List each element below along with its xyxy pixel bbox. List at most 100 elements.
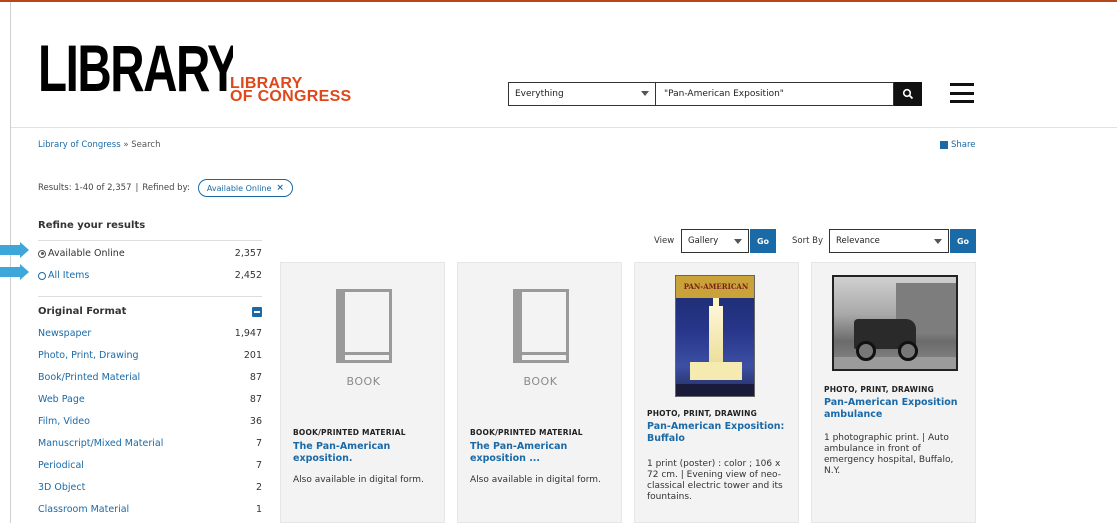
facet-book-printed-material[interactable]: Book/Printed Material 87 <box>38 372 262 383</box>
card-placeholder-label: BOOK <box>346 375 381 388</box>
sort-label: Sort By <box>792 236 823 246</box>
search-scope-value: Everything <box>515 89 564 99</box>
facet-photo-print-drawing[interactable]: Photo, Print, Drawing 201 <box>38 350 262 361</box>
share-button[interactable]: Share <box>940 140 976 150</box>
facet-label: Newspaper <box>38 328 92 339</box>
results-count: Results: 1-40 of 2,357 <box>38 183 132 193</box>
facet-label: Available Online <box>48 248 125 259</box>
card-title-link[interactable]: The Pan-American exposition ... <box>470 441 610 465</box>
card-thumbnail-poster[interactable]: PAN-AMERICAN <box>675 275 755 397</box>
facet-label: Book/Printed Material <box>38 372 141 383</box>
search-input[interactable]: "Pan-American Exposition" <box>656 82 894 106</box>
sort-go-button[interactable]: Go <box>950 229 976 253</box>
facet-label: Film, Video <box>38 416 90 427</box>
card-placeholder-label: BOOK <box>523 375 558 388</box>
card-description: Also available in digital form. <box>293 475 424 485</box>
facet-count: 2,357 <box>234 248 262 259</box>
facet-label: Periodical <box>38 460 84 471</box>
facet-group-title: Original Format <box>38 306 127 317</box>
logo-sub-line2: OF CONGRESS <box>230 88 352 105</box>
card-description: 1 photographic print. | Auto ambulance i… <box>824 433 954 476</box>
book-icon <box>513 289 569 363</box>
view-select[interactable]: Gallery <box>681 229 749 253</box>
facet-label: All Items <box>48 270 90 281</box>
card-format: PHOTO, PRINT, DRAWING <box>824 385 934 394</box>
refined-by-label: Refined by: <box>142 183 190 193</box>
facet-count: 7 <box>255 460 262 471</box>
card-format: BOOK/PRINTED MATERIAL <box>293 428 406 437</box>
library-logo[interactable]: LIBRARY <box>38 28 233 108</box>
result-card[interactable]: BOOK BOOK/PRINTED MATERIAL The Pan-Ameri… <box>280 262 445 523</box>
pointer-arrow-icon <box>0 242 30 258</box>
view-label: View <box>654 236 675 246</box>
breadcrumb-current: Search <box>131 140 161 150</box>
refine-divider <box>38 240 262 241</box>
facet-manuscript-mixed-material[interactable]: Manuscript/Mixed Material 7 <box>38 438 262 449</box>
facet-label: Web Page <box>38 394 85 405</box>
radio-unselected-icon[interactable] <box>38 271 46 280</box>
result-card[interactable]: PAN-AMERICAN PHOTO, PRINT, DRAWING Pan-A… <box>634 262 799 523</box>
facet-count: 1 <box>255 504 262 515</box>
card-title-link[interactable]: Pan-American Exposition ambulance <box>824 397 964 421</box>
facet-label: Photo, Print, Drawing <box>38 350 139 361</box>
facet-film-video[interactable]: Film, Video 36 <box>38 416 262 427</box>
facet-all-items[interactable]: All Items 2,452 <box>38 270 262 281</box>
card-description: Also available in digital form. <box>470 475 601 485</box>
pointer-arrow-icon <box>0 264 30 280</box>
share-label: Share <box>951 140 976 150</box>
search-icon <box>902 88 914 100</box>
results-summary-line: Results: 1-40 of 2,357 | Refined by: Ava… <box>38 179 293 197</box>
card-description: 1 print (poster) : color ; 106 x 72 cm. … <box>647 459 783 502</box>
facet-label: Manuscript/Mixed Material <box>38 438 164 449</box>
sort-select-value: Relevance <box>836 236 880 246</box>
result-card[interactable]: PHOTO, PRINT, DRAWING Pan-American Expos… <box>811 262 976 523</box>
chevron-down-icon <box>641 91 649 96</box>
sort-select[interactable]: Relevance <box>829 229 949 253</box>
card-thumbnail-photo[interactable] <box>832 275 958 371</box>
facet-label: 3D Object <box>38 482 86 493</box>
close-icon[interactable]: × <box>276 183 284 193</box>
result-card[interactable]: BOOK BOOK/PRINTED MATERIAL The Pan-Ameri… <box>457 262 622 523</box>
facet-count: 87 <box>249 372 262 383</box>
facet-classroom-material[interactable]: Classroom Material 1 <box>38 504 262 515</box>
facet-periodical[interactable]: Periodical 7 <box>38 460 262 471</box>
facet-count: 87 <box>249 394 262 405</box>
facet-count: 2,452 <box>234 270 262 281</box>
results-separator: | <box>135 183 139 193</box>
header-divider <box>11 127 1117 128</box>
book-icon <box>336 289 392 363</box>
facet-count: 36 <box>249 416 262 427</box>
facet-3d-object[interactable]: 3D Object 2 <box>38 482 262 493</box>
search-button[interactable] <box>894 82 922 106</box>
top-border <box>0 0 1117 2</box>
view-select-value: Gallery <box>688 236 719 246</box>
radio-selected-icon[interactable] <box>38 249 46 258</box>
hamburger-menu-icon[interactable] <box>950 83 974 103</box>
facet-label: Classroom Material <box>38 504 130 515</box>
breadcrumb: Library of Congress » Search <box>38 140 160 150</box>
facet-divider <box>38 296 262 297</box>
share-icon <box>940 141 948 149</box>
card-title-link[interactable]: Pan-American Exposition: Buffalo <box>647 421 787 445</box>
search-scope-select[interactable]: Everything <box>508 82 656 106</box>
card-title-link[interactable]: The Pan-American exposition. <box>293 441 433 465</box>
filter-chip-available-online[interactable]: Available Online × <box>197 179 293 197</box>
collapse-icon[interactable] <box>252 306 262 317</box>
facet-count: 2 <box>255 482 262 493</box>
refine-title: Refine your results <box>38 220 146 231</box>
breadcrumb-home-link[interactable]: Library of Congress <box>38 140 121 150</box>
logo-wordmark: LIBRARY <box>38 31 233 105</box>
facet-count: 7 <box>255 438 262 449</box>
poster-lettering: PAN-AMERICAN <box>683 282 749 291</box>
chevron-down-icon <box>734 239 742 244</box>
facet-newspaper[interactable]: Newspaper 1,947 <box>38 328 262 339</box>
facet-web-page[interactable]: Web Page 87 <box>38 394 262 405</box>
chevron-down-icon <box>934 239 942 244</box>
facet-available-online[interactable]: Available Online 2,357 <box>38 248 262 259</box>
card-format: PHOTO, PRINT, DRAWING <box>647 409 757 418</box>
filter-chip-label: Available Online <box>206 183 272 193</box>
facet-count: 1,947 <box>234 328 262 339</box>
view-go-button[interactable]: Go <box>750 229 776 253</box>
library-of-congress-logo[interactable]: LIBRARY OF CONGRESS <box>230 76 352 105</box>
left-border <box>10 2 11 523</box>
